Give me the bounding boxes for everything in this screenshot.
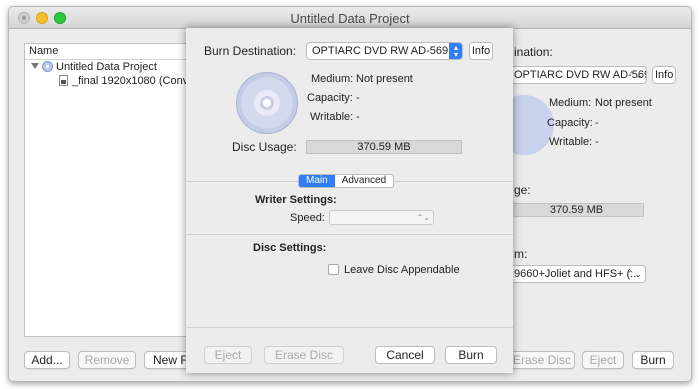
speed-label: Speed: [290, 212, 325, 224]
title-bar: Untitled Data Project [9, 7, 691, 29]
up-down-arrows-icon: ▴ ▾ [449, 43, 462, 59]
tree-item-label: _final 1920x1080 (Conver [72, 75, 198, 87]
disc-usage-field: 370.59 MB [306, 140, 462, 154]
bg-medium-value: Not present [595, 97, 652, 109]
settings-tabs: Main Advanced [298, 174, 395, 188]
burn-destination-label: Burn Destination: [204, 44, 297, 58]
bg-filesystem-value: 9660+Joliet and HFS+ (... [514, 268, 640, 280]
bg-writable-label: Writable: [549, 136, 593, 148]
section-divider [186, 234, 513, 235]
capacity-label: Capacity: [307, 92, 353, 104]
burn-sheet: Burn Destination: OPTIARC DVD RW AD-569.… [186, 28, 513, 373]
writer-settings-label: Writer Settings: [255, 194, 337, 206]
leave-disc-appendable-checkbox[interactable] [328, 264, 339, 275]
bg-capacity-value: - [595, 117, 599, 129]
remove-button[interactable]: Remove [78, 351, 136, 369]
project-file-list[interactable]: Name Untitled Data Project _final 1920x1… [24, 43, 204, 337]
disc-icon [236, 72, 298, 134]
medium-value: Not present [356, 73, 413, 85]
erase-disc-button[interactable]: Erase Disc [264, 346, 344, 364]
info-button[interactable]: Info [469, 42, 493, 60]
bg-info-button[interactable]: Info [652, 66, 676, 84]
writable-label: Writable: [310, 111, 354, 123]
bg-burn-button[interactable]: Burn [632, 351, 674, 369]
window-title: Untitled Data Project [290, 11, 410, 26]
bg-usage-label: ge: [514, 183, 531, 197]
speed-popup[interactable]: ⌃⌄ [329, 210, 434, 225]
tree-item-label: Untitled Data Project [56, 61, 157, 73]
bg-device-popup[interactable]: OPTIARC DVD RW AD-5690H ⌃⌄ [509, 66, 647, 84]
up-down-arrows-icon: ⌃⌄ [626, 269, 642, 279]
footer-divider [186, 327, 513, 328]
disc-icon [42, 61, 53, 72]
tree-item-file[interactable]: _final 1920x1080 (Conver [25, 74, 203, 88]
eject-button[interactable]: Eject [204, 346, 252, 364]
bg-filesystem-label: m: [514, 247, 528, 261]
capacity-value: - [356, 92, 360, 104]
leave-disc-appendable-label[interactable]: Leave Disc Appendable [344, 264, 460, 276]
tab-main[interactable]: Main [299, 175, 335, 187]
bg-erase-disc-button[interactable]: Erase Disc [509, 351, 575, 369]
bg-destination-label: ination: [514, 45, 553, 59]
bg-usage-field: 370.59 MB [509, 203, 644, 217]
destination-device-value: OPTIARC DVD RW AD-569... [312, 45, 458, 57]
up-down-arrows-icon: ⌃⌄ [627, 70, 643, 80]
cancel-button[interactable]: Cancel [375, 346, 435, 364]
burn-button[interactable]: Burn [445, 346, 497, 364]
bg-writable-value: - [595, 136, 599, 148]
writable-value: - [356, 111, 360, 123]
file-icon [59, 75, 68, 86]
name-column-header[interactable]: Name [25, 44, 203, 60]
bg-capacity-label: Capacity: [547, 117, 593, 129]
bg-eject-button[interactable]: Eject [582, 351, 624, 369]
burn-destination-popup[interactable]: OPTIARC DVD RW AD-569... ▴ ▾ [306, 42, 463, 60]
bg-filesystem-popup[interactable]: 9660+Joliet and HFS+ (... ⌃⌄ [509, 265, 646, 283]
disc-usage-label: Disc Usage: [232, 140, 297, 154]
disc-settings-label: Disc Settings: [253, 242, 327, 254]
up-down-arrows-icon: ⌃⌄ [416, 213, 430, 222]
tab-advanced[interactable]: Advanced [335, 175, 393, 187]
disclosure-triangle-icon[interactable] [31, 63, 39, 69]
add-button[interactable]: Add... [24, 351, 70, 369]
tree-item-project[interactable]: Untitled Data Project [25, 60, 203, 74]
bg-medium-label: Medium: [549, 97, 592, 109]
medium-label: Medium: [311, 73, 354, 85]
